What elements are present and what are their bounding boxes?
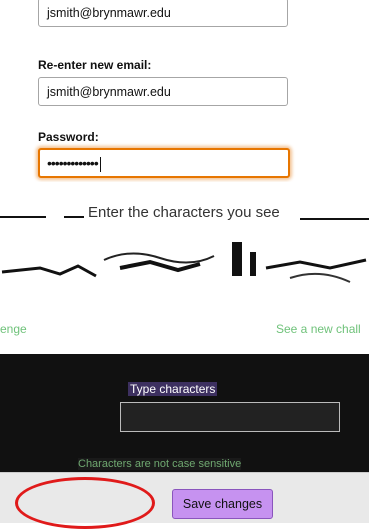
captcha-stroke — [103, 252, 215, 264]
render-artifact — [64, 216, 84, 218]
account-email-form: jsmith@brynmawr.edu Re-enter new email: … — [0, 0, 369, 182]
captcha-glyph — [250, 252, 256, 276]
captcha-glyph — [232, 242, 242, 276]
captcha-image — [1, 242, 367, 283]
render-artifact — [300, 218, 369, 220]
captcha-input[interactable] — [120, 402, 340, 432]
case-hint: Characters are not case sensitive — [78, 458, 242, 470]
new-email-field[interactable]: jsmith@brynmawr.edu — [38, 0, 288, 27]
password-label: Password: — [38, 130, 99, 144]
render-artifact — [0, 216, 46, 218]
captcha-section: Enter the characters you see enge See a … — [0, 182, 369, 472]
type-characters-label: Type characters — [128, 382, 218, 396]
save-changes-button[interactable]: Save changes — [172, 489, 273, 519]
captcha-heading: Enter the characters you see — [88, 204, 280, 221]
captcha-stroke — [265, 258, 367, 270]
challenge-link-fragment[interactable]: enge — [0, 322, 27, 336]
red-annotation-circle — [15, 477, 155, 529]
reenter-email-field[interactable]: jsmith@brynmawr.edu — [38, 77, 288, 106]
captcha-stroke — [289, 272, 351, 283]
reenter-email-label: Re-enter new email: — [38, 58, 152, 72]
password-value: ••••••••••••• — [47, 155, 99, 171]
captcha-stroke — [1, 264, 97, 278]
text-caret — [99, 156, 101, 172]
new-challenge-link[interactable]: See a new chall — [276, 322, 361, 336]
password-field[interactable]: ••••••••••••• — [38, 148, 290, 178]
